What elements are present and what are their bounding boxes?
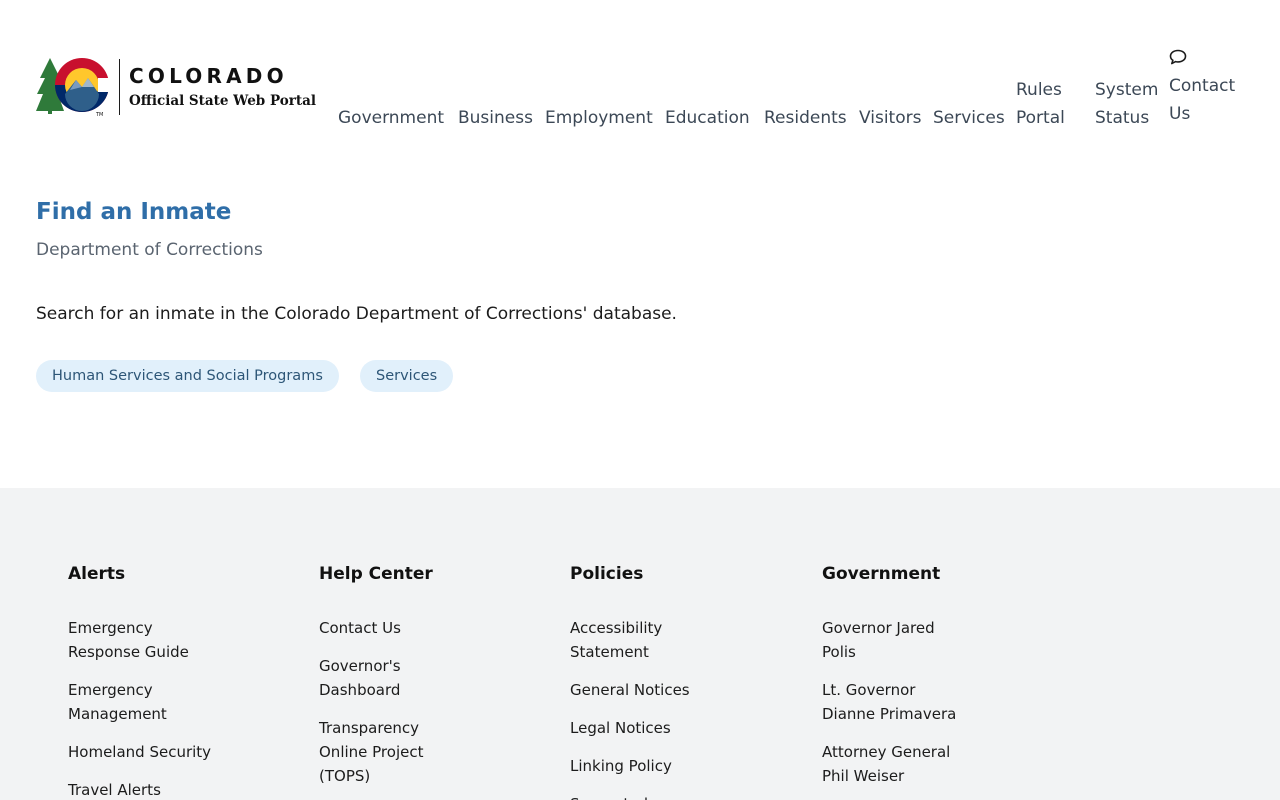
footer-link-linking-policy[interactable]: Linking Policy bbox=[570, 754, 740, 778]
tag-services[interactable]: Services bbox=[360, 360, 454, 392]
footer-link-legal-notices[interactable]: Legal Notices bbox=[570, 716, 740, 740]
colorado-logo-icon: TM bbox=[36, 56, 112, 118]
page-title: Find an Inmate bbox=[36, 199, 232, 225]
logo-divider bbox=[119, 59, 120, 115]
tag-human-services[interactable]: Human Services and Social Programs bbox=[36, 360, 339, 392]
logo-state-name: COLORADO bbox=[129, 63, 288, 88]
footer-link-accessibility-statement[interactable]: Accessibility Statement bbox=[570, 616, 680, 664]
nav-rules-portal-line2: Portal bbox=[1016, 108, 1065, 128]
nav-employment[interactable]: Employment bbox=[545, 104, 653, 132]
logo-text: COLORADO Official State Web Portal bbox=[129, 64, 316, 111]
footer-link-supported[interactable]: Supported bbox=[570, 792, 740, 800]
footer-link-travel-alerts[interactable]: Travel Alerts bbox=[68, 778, 238, 800]
site-footer: Alerts Emergency Response Guide Emergenc… bbox=[0, 488, 1280, 800]
nav-system-status[interactable]: System Status bbox=[1095, 76, 1158, 132]
footer-link-tops[interactable]: Transparency Online Project (TOPS) bbox=[319, 716, 439, 788]
page-subtitle-agency: Department of Corrections bbox=[36, 240, 263, 260]
footer-link-lt-governor[interactable]: Lt. Governor Dianne Primavera bbox=[822, 678, 962, 726]
site-header: TM COLORADO Official State Web Portal Go… bbox=[0, 0, 1280, 160]
footer-link-governors-dashboard[interactable]: Governor's Dashboard bbox=[319, 654, 419, 702]
footer-heading-government: Government bbox=[822, 564, 941, 584]
chat-bubble-icon[interactable] bbox=[1169, 48, 1187, 66]
nav-education[interactable]: Education bbox=[665, 104, 750, 132]
footer-link-emergency-response-guide[interactable]: Emergency Response Guide bbox=[68, 616, 198, 664]
footer-link-emergency-management[interactable]: Emergency Management bbox=[68, 678, 198, 726]
nav-visitors[interactable]: Visitors bbox=[859, 104, 921, 132]
footer-heading-help-center: Help Center bbox=[319, 564, 433, 584]
nav-system-status-line1: System bbox=[1095, 80, 1159, 100]
logo-subtitle: Official State Web Portal bbox=[129, 92, 316, 109]
nav-contact-us-line1: Contact bbox=[1169, 76, 1236, 96]
footer-link-general-notices[interactable]: General Notices bbox=[570, 678, 740, 702]
trademark-mark: TM bbox=[95, 112, 103, 118]
nav-government[interactable]: Government bbox=[338, 104, 444, 132]
nav-system-status-line2: Status bbox=[1095, 108, 1150, 128]
nav-residents[interactable]: Residents bbox=[764, 104, 847, 132]
colorado-logo-link[interactable]: TM COLORADO Official State Web Portal bbox=[36, 56, 316, 118]
nav-contact-us[interactable]: Contact Us bbox=[1169, 72, 1235, 128]
page-description: Search for an inmate in the Colorado Dep… bbox=[36, 304, 677, 324]
footer-heading-policies: Policies bbox=[570, 564, 644, 584]
nav-contact-us-line2: Us bbox=[1169, 104, 1191, 124]
nav-services[interactable]: Services bbox=[933, 104, 1005, 132]
nav-business[interactable]: Business bbox=[458, 104, 533, 132]
nav-rules-portal[interactable]: Rules Portal bbox=[1016, 76, 1065, 132]
footer-link-contact-us[interactable]: Contact Us bbox=[319, 616, 489, 640]
footer-heading-alerts: Alerts bbox=[68, 564, 126, 584]
footer-link-homeland-security[interactable]: Homeland Security bbox=[68, 740, 238, 764]
footer-link-governor[interactable]: Governor Jared Polis bbox=[822, 616, 952, 664]
nav-rules-portal-line1: Rules bbox=[1016, 80, 1062, 100]
footer-link-attorney-general[interactable]: Attorney General Phil Weiser bbox=[822, 740, 957, 788]
